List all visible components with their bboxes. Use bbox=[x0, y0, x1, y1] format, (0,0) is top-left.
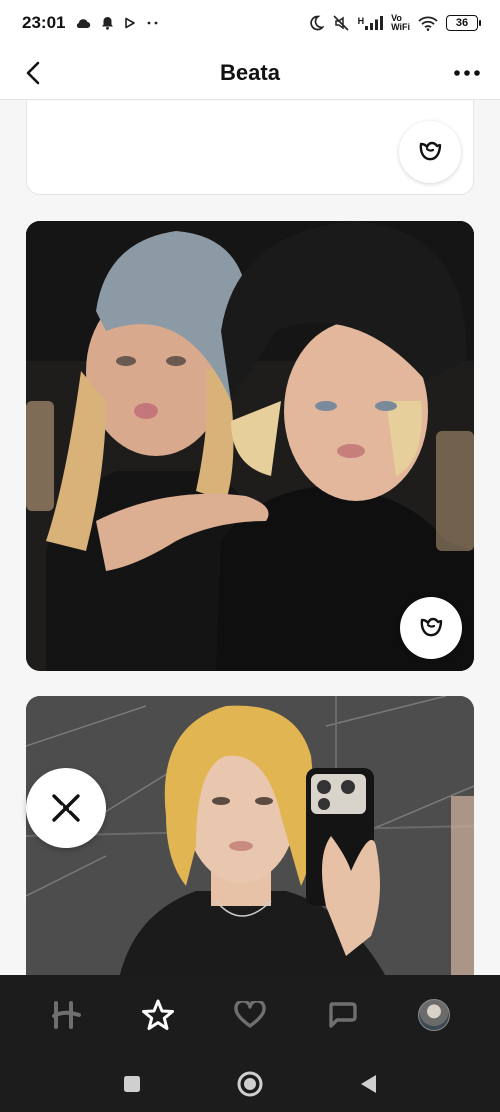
avatar bbox=[418, 999, 450, 1031]
vowifi-label: Vo WiFi bbox=[391, 14, 410, 32]
send-rose-button[interactable] bbox=[399, 121, 461, 183]
system-back-button[interactable] bbox=[353, 1069, 383, 1099]
bottom-tab-bar bbox=[0, 975, 500, 1055]
back-button[interactable] bbox=[16, 56, 50, 90]
rose-icon bbox=[419, 141, 442, 161]
recents-button[interactable] bbox=[117, 1069, 147, 1099]
tab-matches[interactable] bbox=[312, 985, 372, 1045]
mute-icon bbox=[333, 15, 349, 31]
more-options-button[interactable] bbox=[450, 56, 484, 90]
photo-image bbox=[26, 221, 474, 671]
heart-icon bbox=[234, 1001, 266, 1028]
battery-indicator: 36 bbox=[446, 15, 481, 31]
profile-header: Beata bbox=[0, 46, 500, 100]
chat-icon bbox=[329, 1002, 357, 1028]
more-dots-icon bbox=[148, 21, 158, 25]
status-bar: 23:01 H Vo WiFi 36 bbox=[0, 0, 500, 46]
more-horizontal-icon bbox=[454, 70, 480, 76]
status-time: 23:01 bbox=[22, 13, 66, 32]
app-screen: 23:01 H Vo WiFi 36 Beata bbox=[0, 0, 500, 1112]
back-triangle-icon bbox=[361, 1074, 376, 1093]
close-x-icon bbox=[52, 794, 80, 822]
tab-standouts[interactable] bbox=[128, 985, 188, 1045]
tab-profile[interactable] bbox=[404, 985, 464, 1045]
home-button[interactable] bbox=[235, 1069, 265, 1099]
vowifi-bottom: WiFi bbox=[391, 22, 410, 32]
system-navigation-bar bbox=[0, 1055, 500, 1112]
cloud-icon bbox=[77, 19, 91, 29]
status-right-icons: H Vo WiFi 36 bbox=[308, 14, 481, 32]
home-circle-icon bbox=[237, 1071, 263, 1096]
tab-discover[interactable] bbox=[36, 985, 96, 1045]
signal-icon: H bbox=[358, 16, 384, 30]
star-icon bbox=[142, 999, 174, 1030]
chevron-left-icon bbox=[26, 61, 40, 85]
network-type-label: H bbox=[357, 16, 365, 26]
prompt-card bbox=[26, 101, 474, 195]
status-left-icons bbox=[75, 16, 160, 30]
recents-square-icon bbox=[124, 1075, 140, 1092]
wifi-icon bbox=[418, 16, 438, 31]
profile-name-title: Beata bbox=[220, 59, 280, 85]
tab-likes[interactable] bbox=[220, 985, 280, 1045]
play-icon bbox=[125, 17, 136, 29]
skip-button[interactable] bbox=[26, 768, 106, 848]
rose-icon bbox=[420, 617, 443, 637]
moon-icon bbox=[309, 15, 324, 31]
hinge-logo-icon bbox=[52, 1001, 81, 1029]
bell-icon bbox=[102, 17, 114, 30]
profile-photo-1 bbox=[26, 221, 474, 671]
send-rose-button[interactable] bbox=[400, 597, 462, 659]
